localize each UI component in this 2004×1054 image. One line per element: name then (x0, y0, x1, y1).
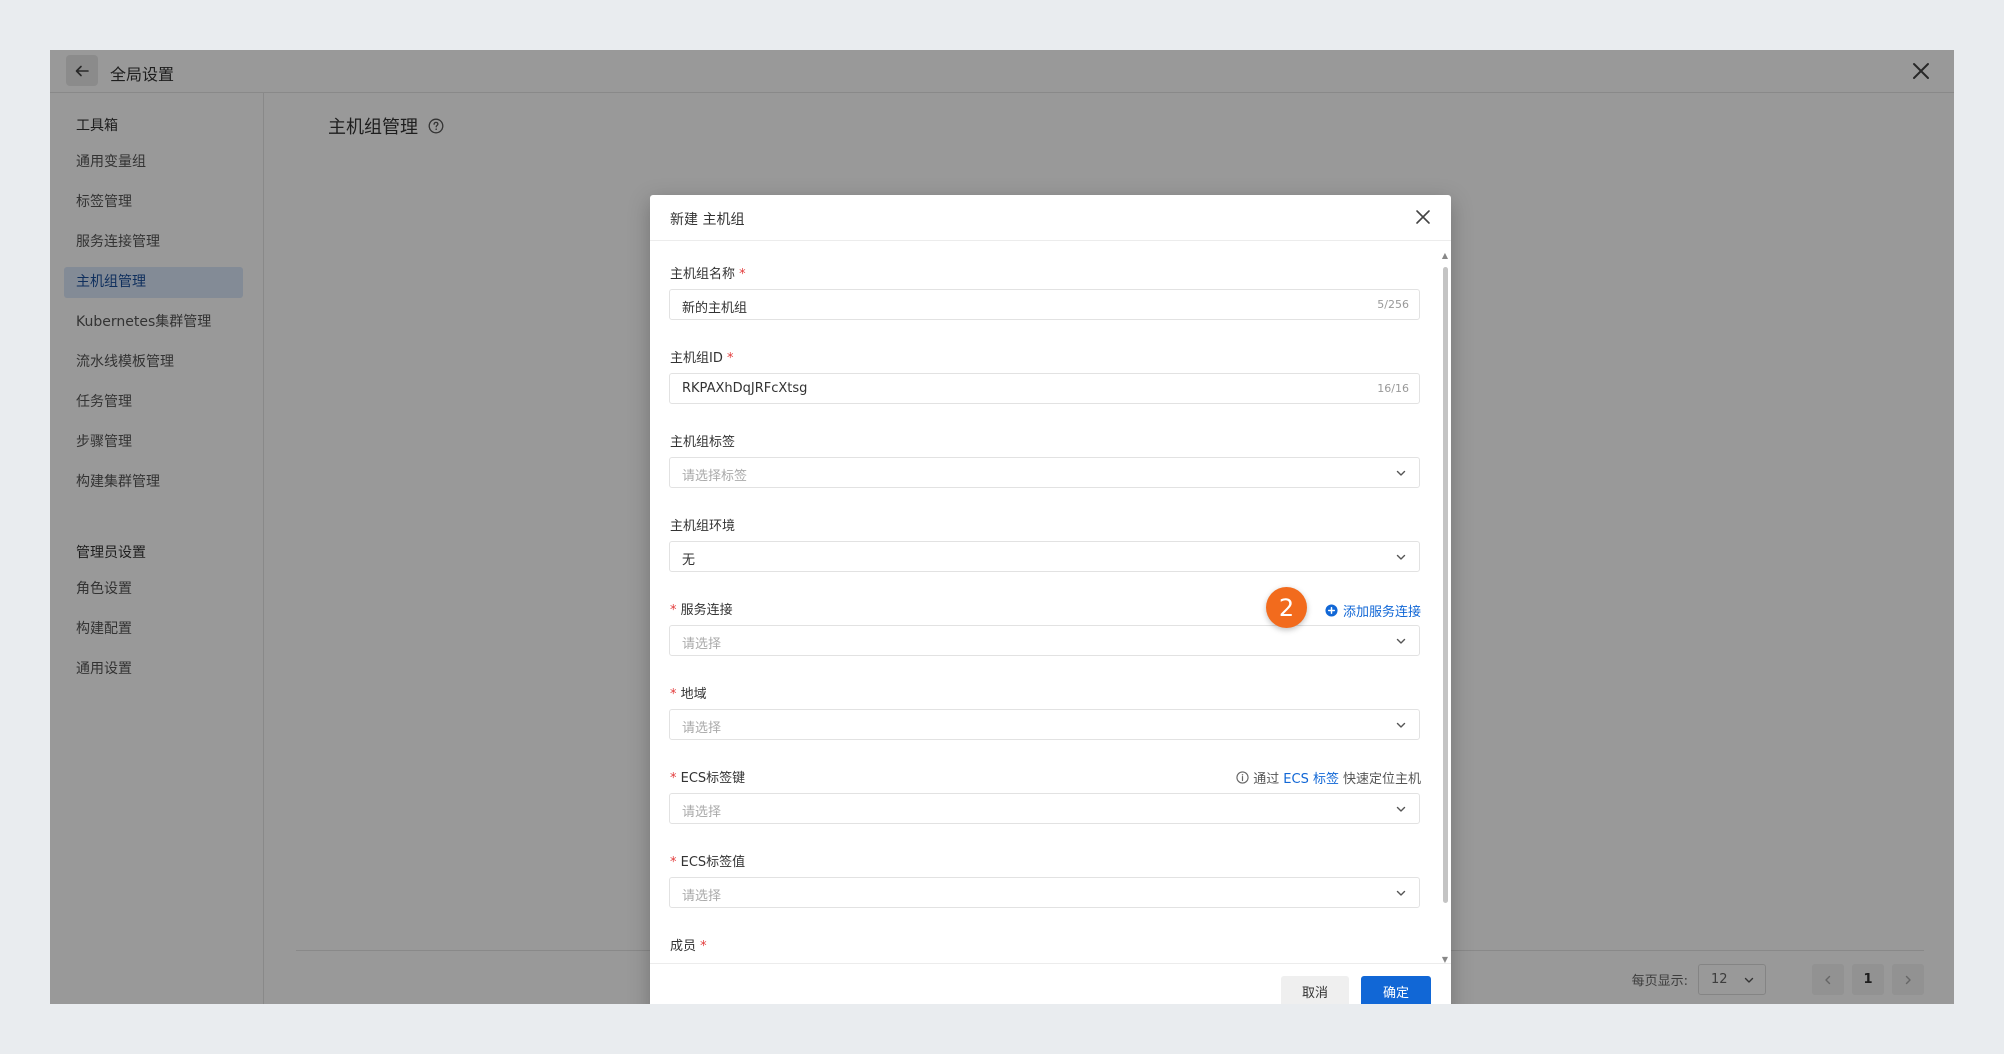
label-text: 主机组名称 (670, 267, 736, 282)
field-label-ecs-tag-key: * ECS标签键 (670, 767, 745, 786)
create-host-group-dialog: 新建 主机组 主机组名称 * 新的主机组 5/256 主机组ID * RKPAX… (650, 195, 1451, 1004)
app-window: 全局设置 工具箱 通用变量组 标签管理 服务连接管理 主机组管理 Kuberne… (50, 50, 1954, 1004)
scroll-thumb[interactable] (1443, 267, 1448, 903)
plus-circle-icon (1325, 604, 1338, 617)
chevron-down-icon (1396, 554, 1406, 560)
label-text: 主机组ID (670, 351, 723, 366)
chevron-down-icon (1396, 638, 1406, 644)
required-mark: * (670, 603, 677, 618)
field-label-region: * 地域 (670, 683, 707, 702)
select-placeholder: 请选择 (682, 889, 722, 904)
chevron-down-icon (1396, 806, 1406, 812)
required-mark: * (670, 855, 677, 870)
label-text: 主机组标签 (670, 435, 736, 450)
input-value: 新的主机组 (682, 301, 748, 316)
add-link-text: 添加服务连接 (1342, 605, 1421, 620)
host-group-name-input[interactable]: 新的主机组 5/256 (669, 289, 1420, 320)
chevron-down-icon (1396, 722, 1406, 728)
cancel-button[interactable]: 取消 (1281, 976, 1349, 1004)
service-connection-select[interactable]: 请选择 (669, 625, 1420, 656)
field-label-tags: 主机组标签 (670, 431, 735, 450)
select-value: 无 (682, 553, 696, 568)
region-select[interactable]: 请选择 (669, 709, 1420, 740)
step-badge: 2 (1266, 587, 1307, 628)
close-icon[interactable] (1413, 207, 1433, 227)
chevron-down-icon (1396, 470, 1406, 476)
field-label-id: 主机组ID * (670, 347, 734, 366)
char-count: 5/256 (1377, 298, 1409, 311)
label-text: 主机组环境 (670, 519, 736, 534)
dialog-header: 新建 主机组 (650, 195, 1451, 241)
info-icon (1236, 771, 1249, 784)
select-placeholder: 请选择 (682, 805, 722, 820)
dialog-footer: 取消 确定 (650, 963, 1451, 1004)
add-service-connection-link[interactable]: 添加服务连接 (1325, 601, 1421, 620)
required-mark: * (700, 939, 707, 954)
field-label-service-connection: * 服务连接 (670, 599, 733, 618)
host-group-tags-select[interactable]: 请选择标签 (669, 457, 1420, 488)
host-group-env-select[interactable]: 无 (669, 541, 1420, 572)
required-mark: * (727, 351, 734, 366)
ecs-tag-hint: 通过 ECS 标签 快速定位主机 (1236, 768, 1421, 787)
dialog-body: 主机组名称 * 新的主机组 5/256 主机组ID * RKPAXhDqJRFc… (650, 241, 1451, 963)
confirm-button[interactable]: 确定 (1361, 976, 1431, 1004)
required-mark: * (739, 267, 746, 282)
label-text: 地域 (680, 687, 707, 702)
field-label-members: 成员 * (670, 935, 707, 954)
label-text: 服务连接 (680, 603, 733, 618)
dialog-scrollbar[interactable]: ▲ ▼ (1441, 252, 1449, 964)
chevron-down-icon (1396, 890, 1406, 896)
field-label-env: 主机组环境 (670, 515, 735, 534)
select-placeholder: 请选择标签 (682, 469, 748, 484)
ecs-tag-value-select[interactable]: 请选择 (669, 877, 1420, 908)
hint-suffix: 快速定位主机 (1342, 772, 1421, 787)
host-group-id-input[interactable]: RKPAXhDqJRFcXtsg 16/16 (669, 373, 1420, 404)
label-text: ECS标签值 (680, 855, 746, 870)
label-text: ECS标签键 (680, 771, 746, 786)
scroll-up-icon[interactable]: ▲ (1441, 252, 1449, 260)
field-label-ecs-tag-value: * ECS标签值 (670, 851, 745, 870)
char-count: 16/16 (1377, 382, 1409, 395)
select-placeholder: 请选择 (682, 637, 722, 652)
select-placeholder: 请选择 (682, 721, 722, 736)
dialog-title: 新建 主机组 (670, 212, 745, 228)
hint-prefix: 通过 (1253, 772, 1280, 787)
input-value: RKPAXhDqJRFcXtsg (682, 381, 808, 396)
required-mark: * (670, 771, 677, 786)
label-text: 成员 (670, 939, 697, 954)
ecs-tag-key-select[interactable]: 请选择 (669, 793, 1420, 824)
field-label-name: 主机组名称 * (670, 263, 746, 282)
required-mark: * (670, 687, 677, 702)
ecs-tag-doc-link[interactable]: ECS 标签 (1283, 768, 1339, 787)
